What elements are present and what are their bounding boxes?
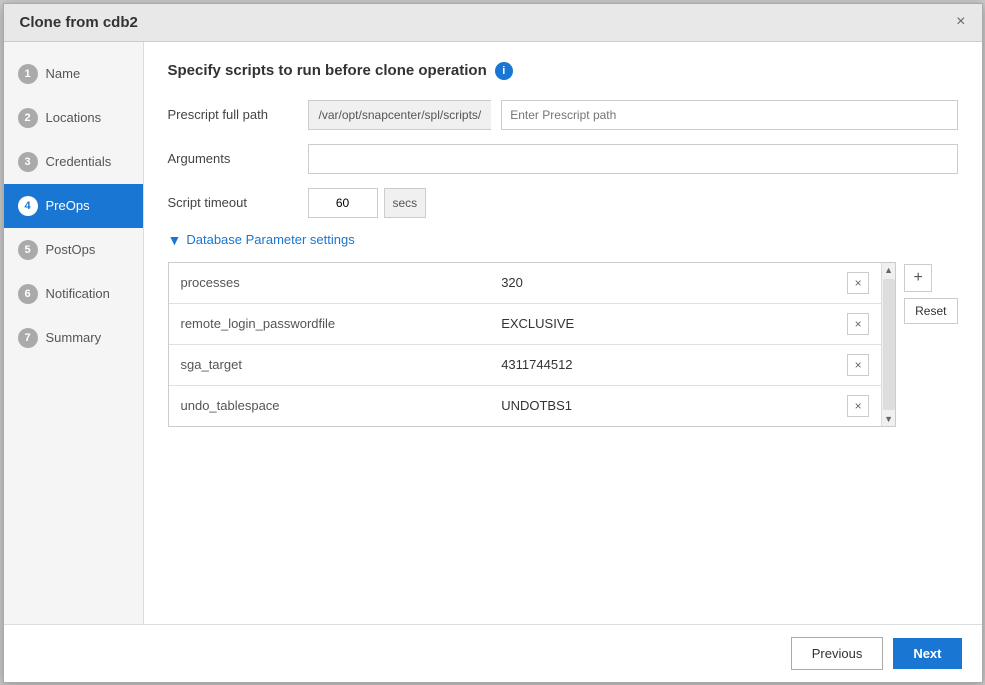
step-num-1: 1 [18,64,38,84]
delete-param-button[interactable]: × [847,272,869,294]
step-num-2: 2 [18,108,38,128]
arguments-label: Arguments [168,151,298,166]
param-value: UNDOTBS1 [489,385,835,426]
dialog-header: Clone from cdb2 × [4,4,982,42]
dialog-title: Clone from cdb2 [20,14,138,31]
dialog: Clone from cdb2 × 1 Name 2 Locations 3 C… [3,3,983,683]
table-row: sga_target 4311744512 × [169,344,882,385]
close-button[interactable]: × [956,14,965,30]
delete-param-button[interactable]: × [847,354,869,376]
param-value: 320 [489,263,835,304]
scroll-up-arrow[interactable]: ▲ [882,263,896,277]
prescript-prefix: /var/opt/snapcenter/spl/scripts/ [308,100,492,130]
param-table-section: processes 320 × remote_login_passwordfil… [168,262,958,427]
timeout-row: Script timeout secs [168,188,958,218]
secs-label: secs [384,188,427,218]
prescript-input[interactable] [501,100,957,130]
add-param-button[interactable]: + [904,264,932,292]
prescript-label: Prescript full path [168,107,298,122]
param-name: remote_login_passwordfile [169,303,490,344]
sidebar-label-notification: Notification [46,286,110,301]
sidebar-item-postops[interactable]: 5 PostOps [4,228,143,272]
delete-param-button[interactable]: × [847,395,869,417]
arguments-input[interactable] [308,144,958,174]
content-area: Specify scripts to run before clone oper… [144,42,982,624]
sidebar-item-name[interactable]: 1 Name [4,52,143,96]
param-value: EXCLUSIVE [489,303,835,344]
arguments-row: Arguments [168,144,958,174]
next-button[interactable]: Next [893,638,961,669]
step-num-4: 4 [18,196,38,216]
table-row: remote_login_passwordfile EXCLUSIVE × [169,303,882,344]
step-num-7: 7 [18,328,38,348]
chevron-down-icon: ▼ [168,232,182,248]
db-param-link[interactable]: ▼ Database Parameter settings [168,232,958,248]
param-value: 4311744512 [489,344,835,385]
param-table-container: processes 320 × remote_login_passwordfil… [168,262,897,427]
timeout-label: Script timeout [168,195,298,210]
sidebar-label-locations: Locations [46,110,102,125]
param-delete-cell: × [835,303,881,344]
scroll-thumb[interactable] [883,279,895,410]
sidebar-item-preops[interactable]: 4 PreOps [4,184,143,228]
sidebar-label-postops: PostOps [46,242,96,257]
table-row: processes 320 × [169,263,882,304]
sidebar-label-preops: PreOps [46,198,90,213]
dialog-footer: Previous Next [4,624,982,682]
table-row: undo_tablespace UNDOTBS1 × [169,385,882,426]
param-table: processes 320 × remote_login_passwordfil… [169,263,882,426]
param-delete-cell: × [835,385,881,426]
db-param-label: Database Parameter settings [186,232,354,247]
delete-param-button[interactable]: × [847,313,869,335]
timeout-controls: secs [308,188,427,218]
reset-button[interactable]: Reset [904,298,957,324]
info-icon[interactable]: i [495,62,513,80]
dialog-body: 1 Name 2 Locations 3 Credentials 4 PreOp… [4,42,982,624]
param-delete-cell: × [835,263,881,304]
sidebar-label-name: Name [46,66,81,81]
scrollbar[interactable]: ▲ ▼ [881,263,895,426]
param-name: sga_target [169,344,490,385]
sidebar-item-notification[interactable]: 6 Notification [4,272,143,316]
sidebar-item-locations[interactable]: 2 Locations [4,96,143,140]
previous-button[interactable]: Previous [791,637,884,670]
timeout-input[interactable] [308,188,378,218]
sidebar-label-credentials: Credentials [46,154,112,169]
step-num-5: 5 [18,240,38,260]
step-num-3: 3 [18,152,38,172]
sidebar-item-credentials[interactable]: 3 Credentials [4,140,143,184]
scroll-down-arrow[interactable]: ▼ [882,412,896,426]
sidebar: 1 Name 2 Locations 3 Credentials 4 PreOp… [4,42,144,624]
step-num-6: 6 [18,284,38,304]
sidebar-item-summary[interactable]: 7 Summary [4,316,143,360]
param-delete-cell: × [835,344,881,385]
content-title: Specify scripts to run before clone oper… [168,62,958,80]
param-name: undo_tablespace [169,385,490,426]
param-name: processes [169,263,490,304]
side-buttons: + Reset [904,264,957,324]
prescript-row: Prescript full path /var/opt/snapcenter/… [168,100,958,130]
sidebar-label-summary: Summary [46,330,102,345]
